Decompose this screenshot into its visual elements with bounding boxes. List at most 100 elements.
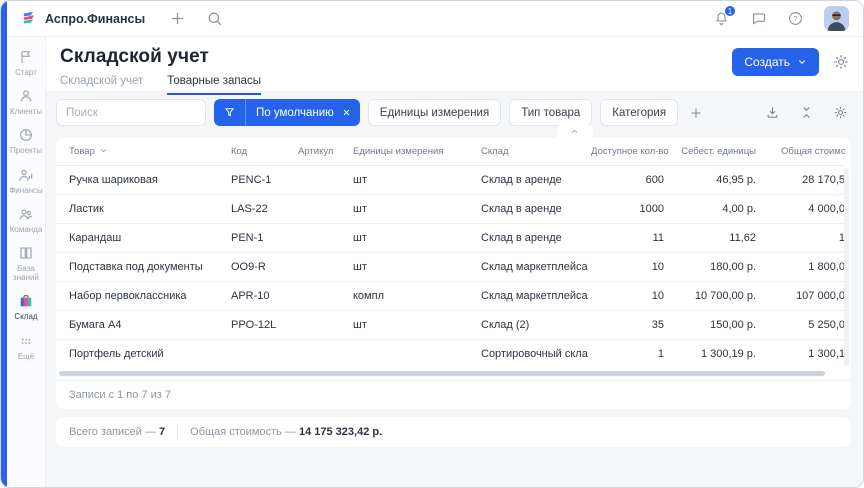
app-window: Аспро.Финансы 1 ? — [0, 0, 864, 488]
sidebar: Старт Клиенты Проекты Финансы Команда Ба… — [7, 37, 46, 487]
horizontal-scrollbar-thumb[interactable] — [59, 371, 825, 376]
cell-name: Набор первоклассника — [56, 281, 231, 310]
cell-warehouse: Склад в аренде — [481, 194, 591, 223]
filter-bar: По умолчанию Единицы измерения Тип товара… — [56, 99, 851, 126]
cell-warehouse: Склад (2) — [481, 310, 591, 339]
create-button[interactable]: Создать — [732, 48, 819, 76]
inventory-table: ТоварКодАртикулЕдиницы измеренияСкладДос… — [56, 138, 851, 409]
table-header-row: ТоварКодАртикулЕдиницы измеренияСкладДос… — [56, 138, 845, 165]
cell-unit: шт — [353, 165, 481, 194]
total-cost: Общая стоимость — 14 175 323,42 р. — [190, 426, 382, 438]
filter-chip-1[interactable]: Тип товара — [509, 99, 592, 126]
cell-unit — [353, 339, 481, 368]
export-download-icon[interactable] — [765, 105, 780, 120]
table-body: Ручка шариковаяPENC-1штСклад в аренде600… — [56, 165, 845, 368]
chat-icon[interactable] — [750, 10, 767, 27]
help-icon[interactable]: ? — [787, 10, 804, 27]
cell-total: 4 000,0 — [756, 194, 845, 223]
tab-warehouse-accounting[interactable]: Складской учет — [60, 75, 143, 95]
filter-chip-2[interactable]: Категория — [600, 99, 678, 126]
cell-qty: 10 — [591, 281, 664, 310]
cell-code: PENC-1 — [231, 165, 298, 194]
cell-qty: 10 — [591, 252, 664, 281]
sidebar-item-clients[interactable]: Клиенты — [7, 88, 45, 116]
table-row[interactable]: Портфель детский Сортировочный скла11 300… — [56, 339, 845, 368]
cell-unit: шт — [353, 252, 481, 281]
filter-chip-0[interactable]: Единицы измерения — [368, 99, 501, 126]
table-row[interactable]: Набор первоклассникаAPR-10комплСклад мар… — [56, 281, 845, 310]
svg-text:?: ? — [793, 14, 797, 23]
table-row[interactable]: КарандашPEN-1штСклад в аренде1111,621 — [56, 223, 845, 252]
cell-name: Карандаш — [56, 223, 231, 252]
search-input[interactable] — [56, 99, 206, 126]
cell-warehouse: Сортировочный скла — [481, 339, 591, 368]
main-area: Складской учет Складской учет Товарные з… — [46, 37, 863, 487]
window-accent-edge — [1, 1, 7, 487]
summary-bar: Всего записей — 7 Общая стоимость — 14 1… — [56, 417, 851, 447]
clear-filter-icon[interactable] — [339, 99, 360, 126]
column-header-4[interactable]: Склад — [481, 138, 591, 165]
cell-unit: шт — [353, 194, 481, 223]
global-add-icon[interactable] — [169, 10, 186, 27]
cell-name: Ручка шариковая — [56, 165, 231, 194]
column-header-5[interactable]: Доступное кол-во — [591, 138, 664, 165]
column-header-3[interactable]: Единицы измерения — [353, 138, 481, 165]
cell-warehouse: Склад в аренде — [481, 165, 591, 194]
sidebar-item-warehouse[interactable]: Склад — [7, 293, 45, 321]
total-cost-value: 14 175 323,42 р. — [299, 426, 382, 438]
cell-code — [231, 339, 298, 368]
table-row[interactable]: Ручка шариковаяPENC-1штСклад в аренде600… — [56, 165, 845, 194]
global-search-icon[interactable] — [206, 10, 223, 27]
cell-name: Портфель детский — [56, 339, 231, 368]
page-settings-gear-icon[interactable] — [832, 53, 850, 71]
cell-total: 5 250,0 — [756, 310, 845, 339]
app-name: Аспро.Финансы — [45, 12, 145, 26]
notifications-button[interactable]: 1 — [713, 10, 730, 27]
cell-unit: шт — [353, 310, 481, 339]
column-header-7[interactable]: Общая стоимость — [756, 138, 845, 165]
add-filter-icon[interactable] — [689, 106, 703, 120]
cell-unit_cost: 1 300,19 р. — [664, 339, 756, 368]
column-header-2[interactable]: Артикул — [298, 138, 353, 165]
cell-code: LAS-22 — [231, 194, 298, 223]
table-row[interactable]: Бумага А4PPO-12LштСклад (2)35150,00 р.5 … — [56, 310, 845, 339]
summary-divider — [177, 425, 178, 439]
column-header-1[interactable]: Код — [231, 138, 298, 165]
vertical-scrollbar[interactable] — [844, 168, 849, 366]
sidebar-item-more[interactable]: Ещё — [7, 333, 45, 361]
cell-unit_cost: 180,00 р. — [664, 252, 756, 281]
page-header: Складской учет Складской учет Товарные з… — [46, 37, 863, 91]
cell-article — [298, 252, 353, 281]
sidebar-item-knowledge-base[interactable]: База знаний — [7, 245, 45, 282]
cell-article — [298, 281, 353, 310]
cell-qty: 35 — [591, 310, 664, 339]
cell-unit_cost: 150,00 р. — [664, 310, 756, 339]
funnel-icon[interactable] — [214, 99, 246, 126]
total-records-value: 7 — [159, 426, 165, 438]
sidebar-item-start[interactable]: Старт — [7, 49, 45, 77]
total-records: Всего записей — 7 — [69, 426, 165, 438]
table-settings-gear-icon[interactable] — [833, 105, 848, 120]
column-header-6[interactable]: Себест. единицы — [664, 138, 756, 165]
collapse-rows-icon[interactable] — [799, 105, 814, 120]
tab-goods-stock[interactable]: Товарные запасы — [167, 75, 261, 95]
logo-icon — [21, 10, 38, 27]
table-row[interactable]: ЛастикLAS-22штСклад в аренде10004,00 р.4… — [56, 194, 845, 223]
sidebar-item-finance[interactable]: Финансы — [7, 167, 45, 195]
book-icon — [18, 245, 34, 261]
create-button-label: Создать — [744, 55, 790, 69]
cell-article — [298, 165, 353, 194]
active-filter-pill[interactable]: По умолчанию — [214, 99, 360, 126]
collapse-table-button[interactable] — [557, 124, 593, 138]
sidebar-item-projects[interactable]: Проекты — [7, 127, 45, 155]
user-avatar[interactable] — [824, 6, 849, 31]
cell-name: Подставка под документы — [56, 252, 231, 281]
records-info: Записи с 1 по 7 из 7 — [56, 380, 851, 409]
cell-code: APR-10 — [231, 281, 298, 310]
column-header-0[interactable]: Товар — [56, 138, 231, 165]
cell-name: Ластик — [56, 194, 231, 223]
sidebar-item-team[interactable]: Команда — [7, 206, 45, 234]
cell-qty: 1 — [591, 339, 664, 368]
table-row[interactable]: Подставка под документыOO9-RштСклад марк… — [56, 252, 845, 281]
cell-code: PPO-12L — [231, 310, 298, 339]
